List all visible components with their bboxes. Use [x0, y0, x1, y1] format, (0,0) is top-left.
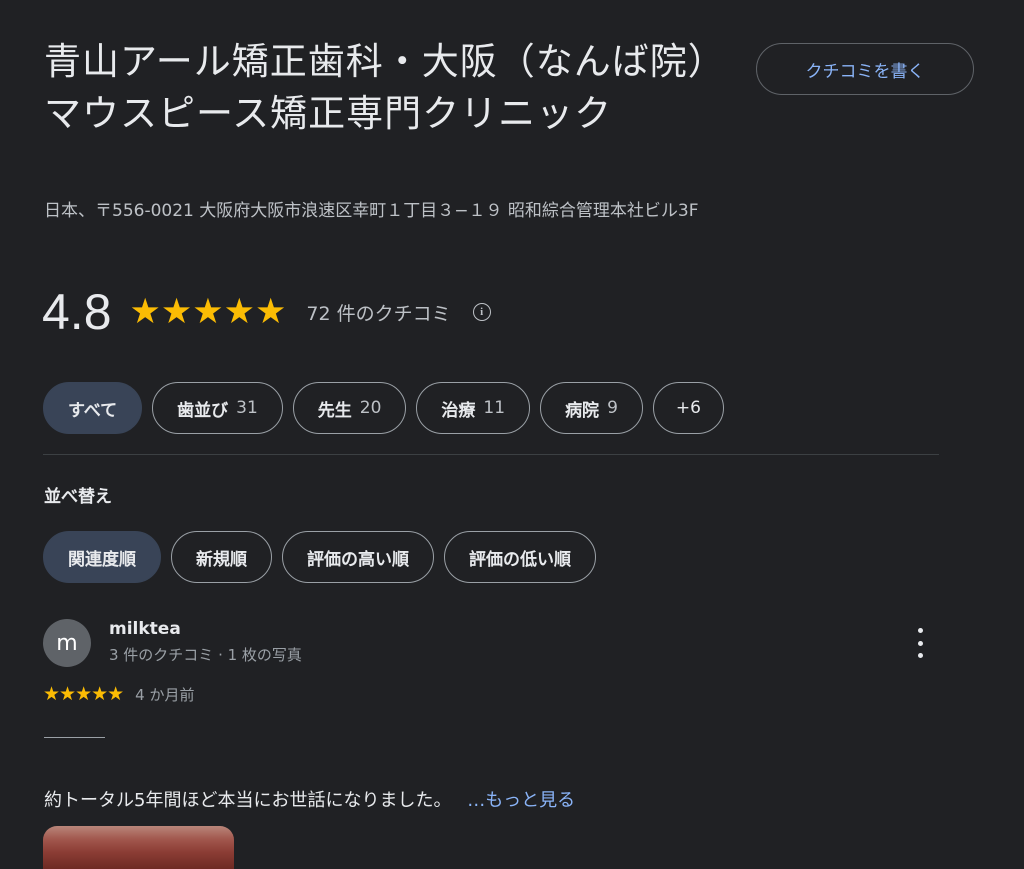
chip-label: 歯並び: [177, 400, 229, 421]
chip-count: 11: [483, 398, 506, 418]
reviewer-name[interactable]: milktea: [109, 619, 181, 639]
chip-label: 先生: [317, 400, 352, 421]
sort-highest[interactable]: 評価の高い順: [282, 531, 434, 583]
review-text-row: 約トータル5年間ほど本当にお世話になりました。 …もっと見る: [44, 786, 575, 812]
chip-count: 9: [607, 398, 618, 418]
review-text: 約トータル5年間ほど本当にお世話になりました。: [44, 790, 452, 811]
review-photo[interactable]: [43, 826, 234, 869]
chip-label: +6: [675, 398, 701, 418]
sort-label: 並べ替え: [44, 487, 112, 507]
rating-value: 4.8: [42, 284, 112, 340]
chip-count: 20: [359, 398, 382, 418]
more-link[interactable]: …もっと見る: [467, 790, 575, 811]
review-stars: ★★★★★: [43, 683, 124, 705]
sort-option-label: 評価の低い順: [469, 549, 571, 570]
review-date: 4 か月前: [135, 685, 195, 704]
chip-treatment[interactable]: 治療 11: [416, 382, 531, 434]
sort-newest[interactable]: 新規順: [171, 531, 272, 583]
section-divider: [43, 454, 939, 455]
sort-option-label: 新規順: [196, 549, 247, 570]
avatar[interactable]: m: [43, 619, 91, 667]
chip-hospital[interactable]: 病院 9: [540, 382, 643, 434]
rating-stars: ★★★★★: [129, 292, 287, 332]
more-vert-icon[interactable]: [912, 628, 928, 658]
sort-relevance[interactable]: 関連度順: [43, 531, 161, 583]
reviewer-meta: 3 件のクチコミ · 1 枚の写真: [109, 646, 302, 664]
sort-option-label: 評価の高い順: [307, 549, 409, 570]
chip-more[interactable]: +6: [652, 382, 724, 434]
chip-doctor[interactable]: 先生 20: [292, 382, 407, 434]
chip-label: 病院: [565, 400, 600, 421]
topic-chips: すべて 歯並び 31 先生 20 治療 11 病院 9 +6: [43, 382, 724, 434]
write-review-button[interactable]: クチコミを書く: [756, 43, 974, 95]
chip-label: すべて: [68, 400, 118, 421]
place-title: 青山アール矯正歯科・大阪（なんば院）マウスピース矯正専門クリニック: [44, 40, 726, 135]
chip-count: 31: [236, 398, 258, 418]
sort-chips: 関連度順 新規順 評価の高い順 評価の低い順: [43, 531, 596, 583]
chip-teeth-alignment[interactable]: 歯並び 31: [152, 382, 283, 434]
rating-summary: 4.8 ★★★★★ 72 件のクチコミ i: [42, 282, 491, 342]
place-address: 日本、〒556-0021 大阪府大阪市浪速区幸町１丁目３−１９ 昭和綜合管理本社…: [44, 201, 699, 221]
review-count[interactable]: 72 件のクチコミ: [306, 299, 450, 326]
review-rating: ★★★★★ 4 か月前: [43, 683, 194, 705]
chip-label: 治療: [441, 400, 476, 421]
info-icon[interactable]: i: [472, 303, 491, 321]
chip-all[interactable]: すべて: [43, 382, 143, 434]
sort-lowest[interactable]: 評価の低い順: [444, 531, 596, 583]
sort-option-label: 関連度順: [68, 549, 136, 570]
owner-response-divider: [44, 737, 105, 738]
